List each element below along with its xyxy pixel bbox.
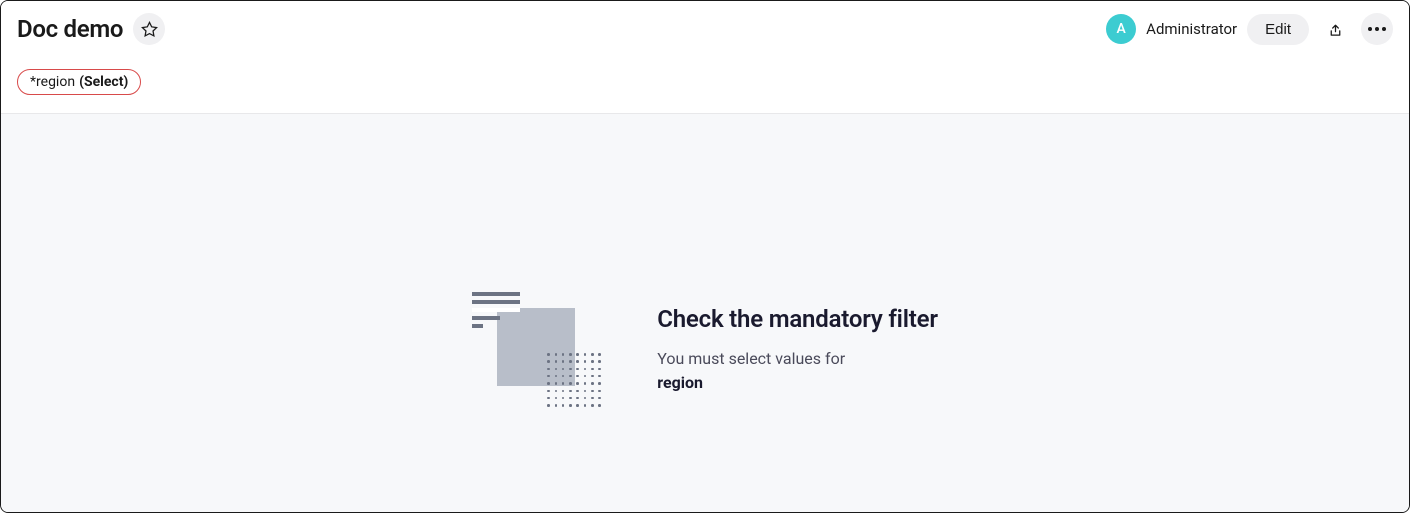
header: Doc demo A Administrator Edit bbox=[1, 1, 1409, 57]
share-icon bbox=[1327, 21, 1344, 38]
empty-state: Check the mandatory filter You must sele… bbox=[472, 288, 938, 408]
header-right: A Administrator Edit bbox=[1106, 13, 1393, 45]
app-window: Doc demo A Administrator Edit bbox=[0, 0, 1410, 513]
more-horizontal-icon bbox=[1368, 27, 1386, 31]
empty-filter-name: region bbox=[657, 373, 938, 392]
favorite-button[interactable] bbox=[133, 13, 165, 45]
user-name: Administrator bbox=[1146, 20, 1237, 38]
content-area: Check the mandatory filter You must sele… bbox=[1, 114, 1409, 512]
dots-pattern bbox=[547, 353, 602, 408]
empty-illustration-icon bbox=[472, 288, 602, 408]
filter-select-label: (Select) bbox=[79, 74, 128, 90]
filter-prefix: *region bbox=[30, 74, 75, 90]
star-icon bbox=[141, 21, 158, 38]
filter-bar: *region (Select) bbox=[1, 57, 1409, 114]
edit-button[interactable]: Edit bbox=[1247, 14, 1309, 45]
header-left: Doc demo bbox=[17, 13, 165, 45]
page-title: Doc demo bbox=[17, 15, 123, 43]
region-filter-pill[interactable]: *region (Select) bbox=[17, 69, 141, 95]
empty-text: Check the mandatory filter You must sele… bbox=[657, 305, 938, 392]
empty-title: Check the mandatory filter bbox=[657, 305, 938, 333]
more-button[interactable] bbox=[1361, 13, 1393, 45]
empty-description: You must select values for bbox=[657, 347, 938, 371]
share-button[interactable] bbox=[1319, 13, 1351, 45]
avatar[interactable]: A bbox=[1106, 14, 1136, 44]
